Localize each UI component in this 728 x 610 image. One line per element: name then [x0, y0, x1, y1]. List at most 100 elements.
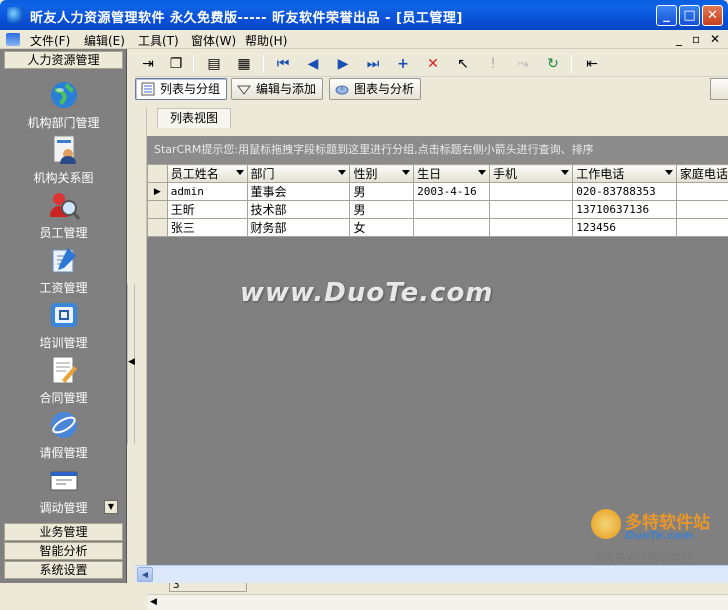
cell-mobile[interactable]	[489, 219, 572, 237]
edit-record-icon[interactable]: !	[482, 54, 504, 74]
training-icon	[48, 299, 80, 331]
navigation-sidebar: 人力资源管理 机构部门管理 机构关系图 员工管理 工资管理 培训	[0, 49, 127, 583]
column-header-name[interactable]: 员工姓名	[167, 165, 247, 183]
cell-name[interactable]: admin	[167, 183, 247, 201]
group-by-hint[interactable]: StarCRM提示您:用鼠标拖拽字段标题到这里进行分组,点击标题右侧小箭头进行查…	[147, 136, 728, 164]
cell-birthday[interactable]: 2003-4-16	[414, 183, 490, 201]
employee-table: 员工姓名 部门 性别 生日 手机 工作电话 家庭电话 ▶ admin 董事会 男	[147, 164, 728, 237]
copy-icon[interactable]: ❐	[165, 54, 187, 74]
cell-home-phone[interactable]	[676, 219, 728, 237]
nav-item-leave[interactable]: 请假管理	[4, 409, 123, 463]
mdi-close-button[interactable]: ✕	[710, 32, 720, 46]
column-header-mobile[interactable]: 手机	[489, 165, 572, 183]
cell-home-phone[interactable]	[676, 201, 728, 219]
dropdown-arrow-icon[interactable]	[236, 170, 244, 175]
report-icon[interactable]: ▤	[203, 54, 225, 74]
cell-name[interactable]: 张三	[167, 219, 247, 237]
cell-gender[interactable]: 女	[350, 219, 414, 237]
next-record-icon[interactable]: ▶	[332, 54, 354, 74]
nav-item-label: 机构关系图	[4, 169, 123, 186]
cell-dept[interactable]: 技术部	[247, 201, 350, 219]
minimize-button[interactable]: _	[656, 5, 677, 26]
grid-horizontal-scrollbar[interactable]: ◀	[147, 594, 728, 610]
cell-work-phone[interactable]: 020-83788353	[573, 183, 677, 201]
column-header-birthday[interactable]: 生日	[414, 165, 490, 183]
table-row[interactable]: 王昕 技术部 男 13710637136	[148, 201, 728, 219]
column-header-label: 生日	[417, 167, 441, 181]
maximize-button[interactable]: □	[679, 5, 700, 26]
tab-overflow-button[interactable]	[710, 78, 728, 100]
last-record-icon[interactable]: ⏭	[362, 54, 384, 74]
table-row[interactable]: ▶ admin 董事会 男 2003-4-16 020-83788353	[148, 183, 728, 201]
first-record-icon[interactable]: ⏮	[272, 54, 294, 74]
nav-scroll-down-button[interactable]: ▼	[104, 500, 118, 514]
tab-list-view[interactable]: 列表视图	[157, 108, 231, 128]
sun-logo-icon	[591, 509, 621, 539]
mdi-restore-button[interactable]: ▫	[692, 32, 700, 46]
tab-chart-analysis[interactable]: 图表与分析	[329, 78, 421, 100]
cancel-edit-icon[interactable]: ⤳	[512, 54, 534, 74]
nav-group-hr[interactable]: 人力资源管理	[4, 51, 123, 69]
column-header-gender[interactable]: 性别	[350, 165, 414, 183]
nav-item-training[interactable]: 培训管理	[4, 299, 123, 353]
column-header-home-phone[interactable]: 家庭电话	[676, 165, 728, 183]
cell-work-phone[interactable]: 123456	[573, 219, 677, 237]
menu-edit[interactable]: 编辑(E)	[84, 32, 125, 49]
mdi-window-icon[interactable]	[6, 33, 20, 46]
cell-work-phone[interactable]: 13710637136	[573, 201, 677, 219]
employee-search-icon	[48, 189, 80, 221]
refresh-icon[interactable]: ↻	[542, 54, 564, 74]
export-icon[interactable]: ⇥	[137, 54, 159, 74]
cell-name[interactable]: 王昕	[167, 201, 247, 219]
scroll-left-icon[interactable]: ◀	[150, 597, 157, 607]
toolbar: ⇥ ❐ ▤ ▦ ⏮ ◀ ▶ ⏭ + ✕ ↖ ! ⤳ ↻ ⇤	[135, 51, 728, 77]
delete-record-icon[interactable]: ✕	[422, 54, 444, 74]
collapse-sidebar-icon[interactable]: ◀	[128, 357, 135, 367]
nav-group-settings[interactable]: 系统设置	[4, 561, 123, 579]
cell-birthday[interactable]	[414, 219, 490, 237]
cell-mobile[interactable]	[489, 201, 572, 219]
nav-group-analysis[interactable]: 智能分析	[4, 542, 123, 560]
nav-item-salary[interactable]: 工资管理	[4, 244, 123, 298]
cell-home-phone[interactable]	[676, 183, 728, 201]
menu-help[interactable]: 帮助(H)	[245, 32, 287, 49]
close-button[interactable]: ✕	[702, 5, 723, 26]
nav-item-employees[interactable]: 员工管理	[4, 189, 123, 243]
tab-edit-add[interactable]: 编辑与添加	[231, 78, 323, 100]
nav-group-business[interactable]: 业务管理	[4, 523, 123, 541]
add-record-icon[interactable]: +	[392, 54, 414, 74]
dropdown-arrow-icon[interactable]	[402, 170, 410, 175]
grid-icon[interactable]: ▦	[233, 54, 255, 74]
dropdown-arrow-icon[interactable]	[338, 170, 346, 175]
dropdown-arrow-icon[interactable]	[665, 170, 673, 175]
nav-item-org-dept[interactable]: 机构部门管理	[4, 79, 123, 133]
title-bar[interactable]: 昕友人力资源管理软件 永久免费版----- 昕友软件荣誉出品 - [员工管理] …	[0, 0, 728, 30]
table-row[interactable]: 张三 财务部 女 123456	[148, 219, 728, 237]
prev-record-icon[interactable]: ◀	[302, 54, 324, 74]
salary-icon	[48, 244, 80, 276]
cell-dept[interactable]: 财务部	[247, 219, 350, 237]
scroll-left-button[interactable]: ◀	[137, 567, 153, 582]
dropdown-arrow-icon[interactable]	[478, 170, 486, 175]
column-header-work-phone[interactable]: 工作电话	[573, 165, 677, 183]
mdi-minimize-button[interactable]: _	[676, 32, 682, 46]
cell-birthday[interactable]	[414, 201, 490, 219]
window-horizontal-scrollbar[interactable]: ◀	[135, 565, 728, 583]
menu-bar: 文件(F) 编辑(E) 工具(T) 窗体(W) 帮助(H) _ ▫ ✕	[0, 30, 728, 49]
menu-tools[interactable]: 工具(T)	[138, 32, 179, 49]
column-header-dept[interactable]: 部门	[247, 165, 350, 183]
cell-gender[interactable]: 男	[350, 201, 414, 219]
tab-list-group[interactable]: 列表与分组	[135, 78, 227, 100]
table-header-row: 员工姓名 部门 性别 生日 手机 工作电话 家庭电话	[148, 165, 728, 183]
pointer-icon[interactable]: ↖	[452, 54, 474, 74]
dropdown-arrow-icon[interactable]	[561, 170, 569, 175]
nav-item-contract[interactable]: 合同管理	[4, 354, 123, 408]
cell-mobile[interactable]	[489, 183, 572, 201]
menu-file[interactable]: 文件(F)	[30, 32, 70, 49]
sidebar-splitter[interactable]: ◀	[127, 49, 135, 583]
nav-item-org-chart[interactable]: 机构关系图	[4, 134, 123, 188]
cell-dept[interactable]: 董事会	[247, 183, 350, 201]
cell-gender[interactable]: 男	[350, 183, 414, 201]
exit-door-icon[interactable]: ⇤	[581, 54, 603, 74]
menu-window[interactable]: 窗体(W)	[191, 32, 236, 49]
